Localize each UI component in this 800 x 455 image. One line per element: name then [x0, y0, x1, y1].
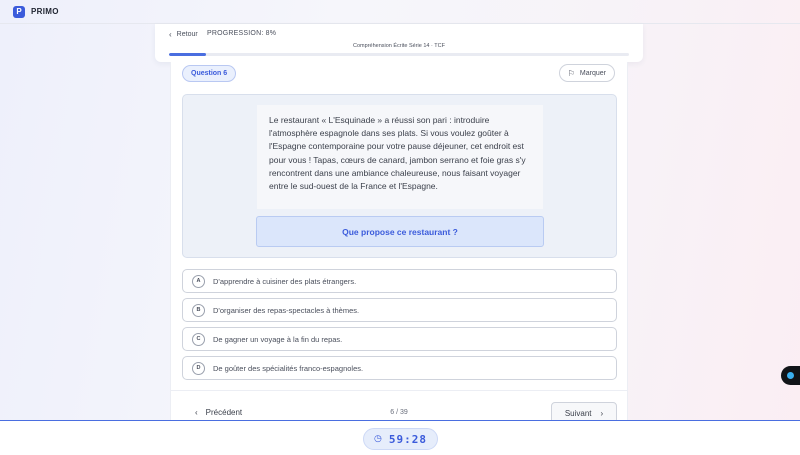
option-letter: B	[192, 303, 205, 317]
question-card: Question 6 ⚐ Marquer Le restaurant « L'E…	[170, 62, 628, 424]
option-text: D'organiser des repas-spectacles à thème…	[213, 305, 360, 315]
answer-option-d[interactable]: D De goûter des spécialités franco-espag…	[182, 356, 617, 380]
chevron-left-icon: ‹	[169, 30, 172, 39]
status-dot-icon	[787, 372, 794, 379]
back-label: Retour	[176, 31, 198, 38]
clock-icon: ◷	[374, 434, 383, 444]
mark-label: Marquer	[579, 69, 606, 77]
option-letter: A	[192, 274, 205, 288]
question-prompt: Que propose ce restaurant ?	[256, 216, 544, 247]
answer-option-c[interactable]: C De gagner un voyage à la fin du repas.	[182, 327, 617, 351]
progress-bar-fill	[169, 53, 206, 56]
answer-option-b[interactable]: B D'organiser des repas-spectacles à thè…	[182, 298, 617, 322]
option-text: De goûter des spécialités franco-espagno…	[213, 363, 364, 373]
app-logo[interactable]: P	[13, 5, 25, 18]
back-button[interactable]: ‹ Retour	[169, 30, 198, 39]
progress-panel: ‹ Retour PROGRESSION: 8% Compréhension É…	[155, 24, 643, 62]
answer-option-a[interactable]: A D'apprendre à cuisiner des plats étran…	[182, 269, 617, 293]
side-widget-button[interactable]	[781, 366, 800, 385]
top-bar: P PRIMO	[0, 0, 800, 24]
question-badge: Question 6	[182, 65, 237, 82]
progress-label: PROGRESSION: 8%	[207, 30, 277, 37]
timer: ◷ 59:28	[363, 428, 438, 450]
option-text: D'apprendre à cuisiner des plats étrange…	[213, 276, 357, 286]
footer-divider	[171, 390, 627, 391]
question-context: Le restaurant « L'Esquinade » a réussi s…	[182, 94, 617, 258]
bottom-bar: ◷ 59:28	[0, 420, 800, 455]
option-text: De gagner un voyage à la fin du repas.	[213, 334, 343, 344]
mark-button[interactable]: ⚐ Marquer	[558, 64, 615, 82]
timer-value: 59:28	[388, 432, 427, 446]
test-title: Compréhension Écrite Série 14 · TCF	[353, 43, 445, 49]
option-letter: D	[192, 361, 205, 375]
brand-name: PRIMO	[31, 7, 59, 16]
progress-bar	[169, 53, 629, 56]
next-label: Suivant	[564, 408, 592, 418]
reading-passage: Le restaurant « L'Esquinade » a réussi s…	[257, 105, 543, 209]
chevron-right-icon: ›	[600, 408, 604, 418]
option-letter: C	[192, 332, 205, 346]
flag-icon: ⚐	[567, 68, 575, 78]
